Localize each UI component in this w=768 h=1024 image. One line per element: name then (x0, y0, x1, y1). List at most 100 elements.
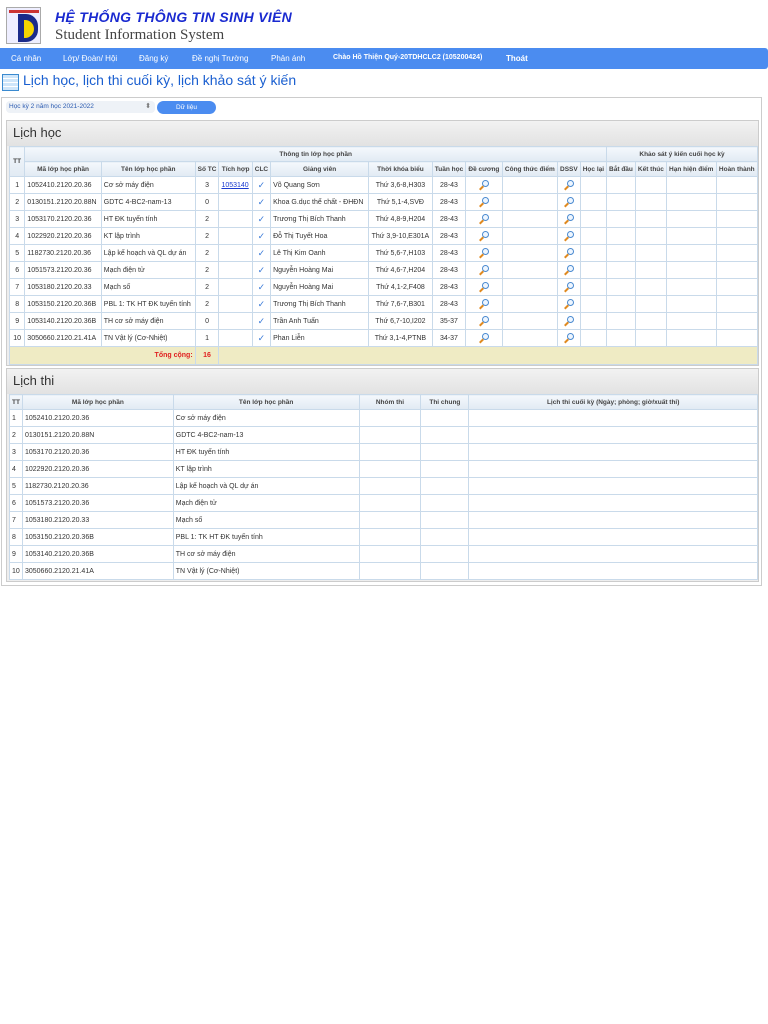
nav-de-nghi-truong[interactable]: Đề nghị Trường (192, 54, 248, 63)
student-list-cell (557, 312, 581, 330)
grade-formula (501, 210, 559, 228)
syllabus-cell (465, 312, 503, 330)
course-code: 1053150.2120.20.36B (21, 528, 174, 546)
course-code: 1052410.2120.20.36 (24, 176, 102, 194)
retake (579, 227, 608, 245)
exam-schedule (468, 545, 758, 563)
row-tt: 7 (8, 278, 26, 296)
retake (579, 329, 608, 347)
load-data-button[interactable]: Dữ liệu (157, 101, 216, 114)
nav-lop-doan-hoi[interactable]: Lớp/ Đoàn/ Hội (63, 54, 117, 63)
syllabus-view-icon[interactable] (479, 282, 489, 292)
student-list-view-icon[interactable] (564, 248, 574, 258)
common-exam (420, 443, 470, 461)
syllabus-view-icon[interactable] (479, 265, 489, 275)
syllabus-view-icon[interactable] (479, 333, 489, 343)
lich-hoc-title: Lịch học (7, 121, 758, 146)
grade-deadline (665, 176, 717, 194)
student-list-view-icon[interactable] (564, 197, 574, 207)
survey-start (606, 295, 636, 313)
syllabus-view-icon[interactable] (479, 299, 489, 309)
syllabus-view-icon[interactable] (479, 248, 489, 258)
course-name: Mạch số (100, 278, 196, 296)
student-list-view-icon[interactable] (564, 265, 574, 275)
survey-start (606, 312, 636, 330)
course-code: 1182730.2120.20.36 (24, 244, 102, 262)
weeks: 28-43 (431, 210, 467, 228)
course-code: 3050660.2120.21.41A (24, 329, 102, 347)
syllabus-view-icon[interactable] (479, 214, 489, 224)
integrated-link[interactable]: 1053140 (221, 182, 248, 189)
clc-check-icon: ✓ (251, 295, 272, 313)
col-header: Kết thúc (634, 161, 667, 177)
credits: 2 (194, 295, 220, 313)
course-code: 1051573.2120.20.36 (21, 494, 174, 512)
table-row: 9 1053140.2120.20.36B TH cơ sở máy điện (9, 545, 758, 563)
weeks: 28-43 (431, 244, 467, 262)
col-header: DSSV (557, 161, 581, 177)
col-header: Mã lớp học phần (24, 161, 102, 177)
completed (715, 295, 759, 313)
lecturer: Lê Thị Kim Oanh (270, 244, 370, 262)
student-list-view-icon[interactable] (564, 316, 574, 326)
row-tt: 6 (9, 494, 23, 512)
total-filler (218, 346, 758, 365)
table-row: 8 1053150.2120.20.36B PBL 1: TK HT ĐK tuyế… (8, 295, 759, 313)
student-list-cell (557, 329, 581, 347)
syllabus-view-icon[interactable] (479, 231, 489, 241)
retake (579, 210, 608, 228)
completed (715, 227, 759, 245)
semester-select[interactable]: Học kỳ 2 năm học 2021-2022 ⬍ (6, 101, 155, 113)
student-list-view-icon[interactable] (564, 214, 574, 224)
common-exam (420, 494, 470, 512)
student-list-view-icon[interactable] (564, 333, 574, 343)
nav-ca-nhan[interactable]: Cá nhân (11, 54, 41, 63)
row-tt: 8 (8, 295, 26, 313)
student-list-view-icon[interactable] (564, 299, 574, 309)
lecturer: Trần Anh Tuấn (270, 312, 370, 330)
common-exam (420, 545, 470, 563)
user-greeting: Chào Hồ Thiện Quý-20TDHCLC2 (105200424) (333, 54, 483, 61)
clc-check-icon: ✓ (251, 193, 272, 211)
survey-end (634, 176, 667, 194)
credits: 3 (194, 176, 220, 194)
survey-end (634, 278, 667, 296)
student-list-view-icon[interactable] (564, 180, 574, 190)
logout-link[interactable]: Thoát (506, 54, 528, 63)
syllabus-view-icon[interactable] (479, 316, 489, 326)
row-tt: 8 (9, 528, 23, 546)
nav-phan-anh[interactable]: Phản ánh (271, 54, 305, 63)
lecturer: Võ Quang Sơn (270, 176, 370, 194)
table-row: 8 1053150.2120.20.36B PBL 1: TK HT ĐK tuyế… (9, 528, 758, 546)
syllabus-view-icon[interactable] (479, 197, 489, 207)
table-row: 1 1052410.2120.20.36 Cơ sở máy điện (9, 409, 758, 427)
row-tt: 1 (8, 176, 26, 194)
course-name: KT lập trình (100, 227, 196, 245)
syllabus-view-icon[interactable] (479, 180, 489, 190)
survey-start (606, 210, 636, 228)
course-code: 3050660.2120.21.41A (21, 562, 174, 580)
student-list-view-icon[interactable] (564, 282, 574, 292)
retake (579, 244, 608, 262)
col-header: Tên lớp học phần (100, 161, 196, 177)
common-exam (420, 426, 470, 444)
clc-check-icon: ✓ (251, 278, 272, 296)
completed (715, 261, 759, 279)
survey-end (634, 295, 667, 313)
table-row: 9 1053140.2120.20.36B TH cơ sở máy điện 0 ✓ T… (8, 312, 759, 330)
completed (715, 244, 759, 262)
col-header: Số TC (194, 161, 220, 177)
semester-value: Học kỳ 2 năm học 2021-2022 (9, 103, 94, 110)
survey-end (634, 210, 667, 228)
nav-dang-ky[interactable]: Đăng ký (139, 54, 168, 63)
course-name: Cơ sở máy điện (100, 176, 196, 194)
syllabus-cell (465, 295, 503, 313)
survey-start (606, 278, 636, 296)
table-row: 10 3050660.2120.21.41A TN Vật lý (Cơ-Nhiệt… (9, 562, 758, 580)
table-row: 4 1022920.2120.20.36 KT lập trình 2 ✓ Đỗ Thị … (8, 227, 759, 245)
weeks: 28-43 (431, 261, 467, 279)
course-name: PBL 1: TK HT ĐK tuyến tính (172, 528, 360, 546)
grade-formula (501, 176, 559, 194)
student-list-view-icon[interactable] (564, 231, 574, 241)
group-thong-tin: Thông tin lớp học phần (24, 146, 608, 162)
